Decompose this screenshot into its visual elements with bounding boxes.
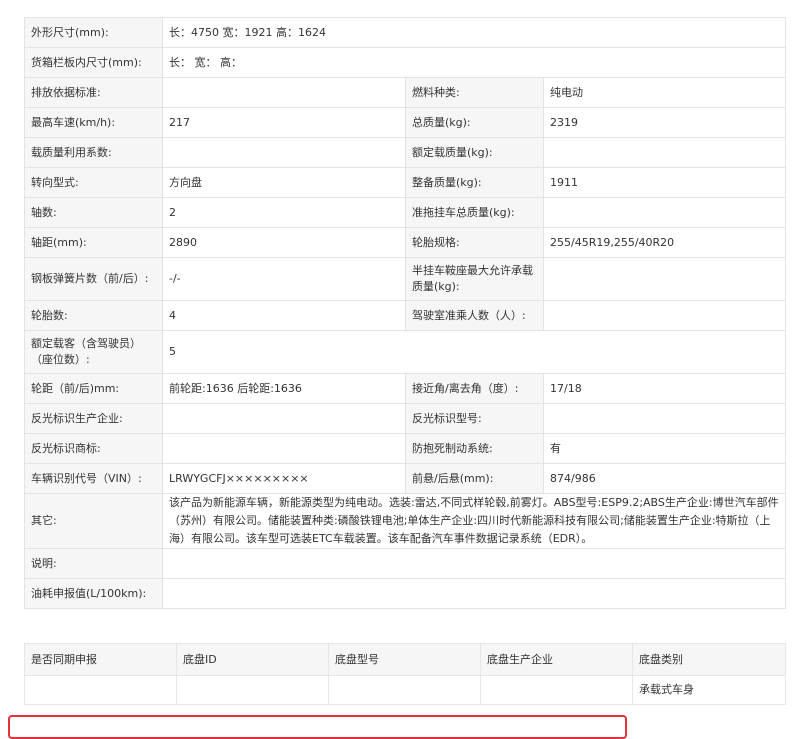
fuel-type-label: 燃料种类:	[405, 77, 544, 108]
cab-seats-label: 驾驶室准乘人数（人）:	[405, 300, 544, 331]
abs-label: 防抱死制动系统:	[405, 433, 544, 464]
fuel-type-value: 纯电动	[542, 77, 787, 108]
tire-spec-label: 轮胎规格:	[405, 227, 544, 258]
track-label: 轮距（前/后)mm:	[24, 373, 163, 404]
overhang-label: 前悬/后悬(mm):	[405, 463, 544, 494]
angle-label: 接近角/离去角（度）:	[405, 373, 544, 404]
spec-row-spring: 钢板弹簧片数（前/后）: -/- 半挂车鞍座最大允许承载质量(kg):	[24, 257, 787, 301]
passengers-value: 5	[161, 330, 787, 374]
other-label: 其它:	[24, 493, 163, 549]
chassis-header-id: 底盘ID	[176, 643, 329, 676]
cab-seats-value	[542, 300, 787, 331]
spec-row-wheelbase: 轴距(mm): 2890 轮胎规格: 255/45R19,255/40R20	[24, 227, 787, 258]
saddle-load-label: 半挂车鞍座最大允许承载质量(kg):	[405, 257, 544, 301]
spec-row-load: 载质量利用系数: 额定载质量(kg):	[24, 137, 787, 168]
axles-value: 2	[162, 197, 406, 228]
abs-value: 有	[542, 433, 787, 464]
vin-value: LRWYGCFJ×××××××××	[162, 463, 406, 494]
chassis-header-concurrent: 是否同期申报	[24, 643, 177, 676]
load-util-label: 载质量利用系数:	[24, 137, 163, 168]
vin-label: 车辆识别代号（VIN）:	[24, 463, 163, 494]
other-value: 该产品为新能源车辆，新能源类型为纯电动。选装:雷达,不同式样轮毂,前雾灯。ABS…	[161, 493, 787, 549]
trailer-mass-value	[542, 197, 787, 228]
dimensions-label: 外形尺寸(mm):	[24, 17, 163, 48]
spec-row-vin: 车辆识别代号（VIN）: LRWYGCFJ××××××××× 前悬/后悬(mm)…	[24, 463, 787, 494]
axles-label: 轴数:	[24, 197, 163, 228]
spec-row-brand: 反光标识商标: 防抱死制动系统: 有	[24, 433, 787, 464]
rated-load-value	[542, 137, 787, 168]
note-label: 说明:	[24, 548, 163, 579]
reflector-maker-value	[162, 403, 406, 434]
fuel-consumption-label: 油耗申报值(L/100km):	[24, 578, 163, 609]
track-value: 前轮距:1636 后轮距:1636	[162, 373, 406, 404]
note-value	[161, 548, 787, 579]
steering-value: 方向盘	[162, 167, 406, 198]
trailer-mass-label: 准拖挂车总质量(kg):	[405, 197, 544, 228]
spec-row-steering: 转向型式: 方向盘 整备质量(kg): 1911	[24, 167, 787, 198]
spec-row-fuel-consumption: 油耗申报值(L/100km):	[24, 578, 787, 609]
fuel-consumption-value	[161, 578, 787, 609]
spec-row-other: 其它: 该产品为新能源车辆，新能源类型为纯电动。选装:雷达,不同式样轮毂,前雾灯…	[24, 493, 787, 549]
cargo-size-value: 长： 宽： 高：	[161, 47, 787, 78]
chassis-table: 是否同期申报 底盘ID 底盘型号 底盘生产企业 底盘类别 承载式车身	[24, 643, 786, 705]
spec-row-cargo: 货箱栏板内尺寸(mm): 长： 宽： 高：	[24, 47, 787, 78]
reflector-maker-label: 反光标识生产企业:	[24, 403, 163, 434]
overhang-value: 874/986	[542, 463, 787, 494]
spec-row-reflector: 反光标识生产企业: 反光标识型号:	[24, 403, 787, 434]
saddle-load-value	[542, 257, 787, 301]
reflector-brand-label: 反光标识商标:	[24, 433, 163, 464]
top-speed-value: 217	[162, 107, 406, 138]
reflector-model-value	[542, 403, 787, 434]
curb-mass-label: 整备质量(kg):	[405, 167, 544, 198]
chassis-header-maker: 底盘生产企业	[480, 643, 633, 676]
leaf-spring-label: 钢板弹簧片数（前/后）:	[24, 257, 163, 301]
vehicle-spec-table: 外形尺寸(mm): 长：4750 宽：1921 高：1624 货箱栏板内尺寸(m…	[24, 17, 787, 609]
reflector-brand-value	[162, 433, 406, 464]
tire-spec-value: 255/45R19,255/40R20	[542, 227, 787, 258]
chassis-cell-maker	[480, 675, 633, 705]
spec-row-emission: 排放依据标准: 燃料种类: 纯电动	[24, 77, 787, 108]
spec-row-speed: 最高车速(km/h): 217 总质量(kg): 2319	[24, 107, 787, 138]
dimensions-value: 长：4750 宽：1921 高：1624	[161, 17, 787, 48]
chassis-cell-id	[176, 675, 329, 705]
tire-count-value: 4	[162, 300, 406, 331]
chassis-header-row: 是否同期申报 底盘ID 底盘型号 底盘生产企业 底盘类别	[24, 643, 786, 676]
highlight-annotation-box	[8, 715, 627, 739]
curb-mass-value: 1911	[542, 167, 787, 198]
top-speed-label: 最高车速(km/h):	[24, 107, 163, 138]
spec-row-track: 轮距（前/后)mm: 前轮距:1636 后轮距:1636 接近角/离去角（度）:…	[24, 373, 787, 404]
chassis-data-row: 承载式车身	[24, 675, 786, 705]
total-mass-label: 总质量(kg):	[405, 107, 544, 138]
spec-row-passengers: 额定载客（含驾驶员）（座位数）: 5	[24, 330, 787, 374]
total-mass-value: 2319	[542, 107, 787, 138]
emission-label: 排放依据标准:	[24, 77, 163, 108]
load-util-value	[162, 137, 406, 168]
spec-row-note: 说明:	[24, 548, 787, 579]
wheelbase-label: 轴距(mm):	[24, 227, 163, 258]
leaf-spring-value: -/-	[162, 257, 406, 301]
emission-value	[162, 77, 406, 108]
chassis-cell-category: 承载式车身	[632, 675, 786, 705]
spec-row-dimensions: 外形尺寸(mm): 长：4750 宽：1921 高：1624	[24, 17, 787, 48]
chassis-cell-concurrent	[24, 675, 177, 705]
wheelbase-value: 2890	[162, 227, 406, 258]
rated-load-label: 额定载质量(kg):	[405, 137, 544, 168]
spec-row-tires: 轮胎数: 4 驾驶室准乘人数（人）:	[24, 300, 787, 331]
steering-label: 转向型式:	[24, 167, 163, 198]
chassis-header-model: 底盘型号	[328, 643, 481, 676]
reflector-model-label: 反光标识型号:	[405, 403, 544, 434]
passengers-label: 额定载客（含驾驶员）（座位数）:	[24, 330, 163, 374]
tire-count-label: 轮胎数:	[24, 300, 163, 331]
cargo-size-label: 货箱栏板内尺寸(mm):	[24, 47, 163, 78]
chassis-header-category: 底盘类别	[632, 643, 786, 676]
angle-value: 17/18	[542, 373, 787, 404]
spec-row-axles: 轴数: 2 准拖挂车总质量(kg):	[24, 197, 787, 228]
chassis-cell-model	[328, 675, 481, 705]
